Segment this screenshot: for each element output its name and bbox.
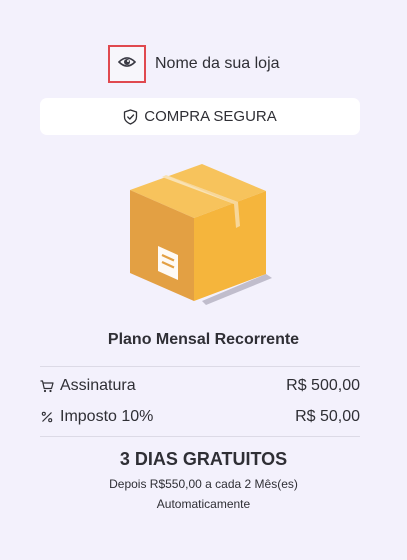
cardboard-box-icon [128,162,272,313]
divider [40,366,360,367]
plan-name: Plano Mensal Recorrente [107,331,300,348]
store-logo[interactable] [108,45,146,83]
cart-icon [40,379,54,393]
divider [40,436,360,437]
summary-row-subscription: Assinatura R$ 500,00 [40,375,360,397]
store-header: Nome da sua loja [108,45,280,83]
secure-purchase-label: COMPRA SEGURA [144,108,277,125]
trial-auto-note: Automaticamente [156,497,251,511]
secure-purchase-badge: COMPRA SEGURA [40,98,360,135]
summary-label: Imposto 10% [60,408,154,425]
shield-check-icon [123,108,138,125]
trial-title: 3 DIAS GRATUITOS [119,449,288,469]
summary-value: R$ 500,00 [286,377,360,394]
eye-logo-icon [117,55,137,74]
trial-billing-note: Depois R$550,00 a cada 2 Mês(es) [109,477,298,491]
percent-icon [40,411,54,423]
summary-row-tax: Imposto 10% R$ 50,00 [40,406,360,428]
summary-value: R$ 50,00 [295,408,360,425]
summary-label: Assinatura [60,377,136,394]
store-name: Nome da sua loja [155,55,280,72]
